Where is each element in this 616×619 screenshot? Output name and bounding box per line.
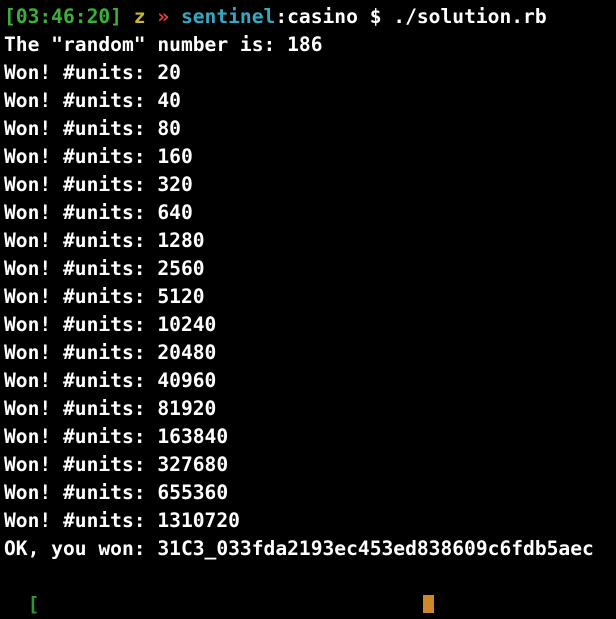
prompt-separator: » (157, 5, 170, 28)
output-line: Won! #units: 327680 (4, 453, 229, 476)
next-prompt-line[interactable]: [ (4, 563, 435, 616)
output-line: Won! #units: 10240 (4, 313, 217, 336)
next-prompt-timestamp: [ (27, 593, 40, 616)
output-line: Won! #units: 40960 (4, 369, 217, 392)
prompt-user: z (133, 5, 146, 28)
output-line: Won! #units: 80 (4, 117, 181, 140)
output-line: Won! #units: 20480 (4, 341, 217, 364)
output-line-flag: OK, you won: 31C3_033fda2193ec453ed83860… (4, 537, 594, 560)
output-line: Won! #units: 1310720 (4, 509, 240, 532)
prompt-host: sentinel (180, 5, 276, 28)
output-line: Won! #units: 5120 (4, 285, 205, 308)
output-line: Won! #units: 160 (4, 145, 193, 168)
prompt-symbol: $ (369, 5, 382, 28)
terminal-cursor (423, 595, 435, 613)
prompt-timestamp: [03:46:20] (4, 5, 122, 28)
output-line: Won! #units: 1280 (4, 229, 205, 252)
output-line: Won! #units: 640 (4, 201, 193, 224)
terminal-window[interactable]: [03:46:20] z » sentinel:casino $ ./solut… (4, 3, 616, 568)
output-line: Won! #units: 320 (4, 173, 193, 196)
prompt-path: :casino (275, 5, 358, 28)
output-line: Won! #units: 81920 (4, 397, 217, 420)
output-line: Won! #units: 163840 (4, 425, 229, 448)
output-line: Won! #units: 20 (4, 61, 181, 84)
prompt-command: ./solution.rb (393, 5, 547, 28)
output-line-random: The "random" number is: 186 (4, 33, 323, 56)
output-line: Won! #units: 40 (4, 89, 181, 112)
prompt-line: [03:46:20] z » sentinel:casino $ ./solut… (4, 3, 616, 31)
output-line: Won! #units: 655360 (4, 481, 229, 504)
output-line: Won! #units: 2560 (4, 257, 205, 280)
